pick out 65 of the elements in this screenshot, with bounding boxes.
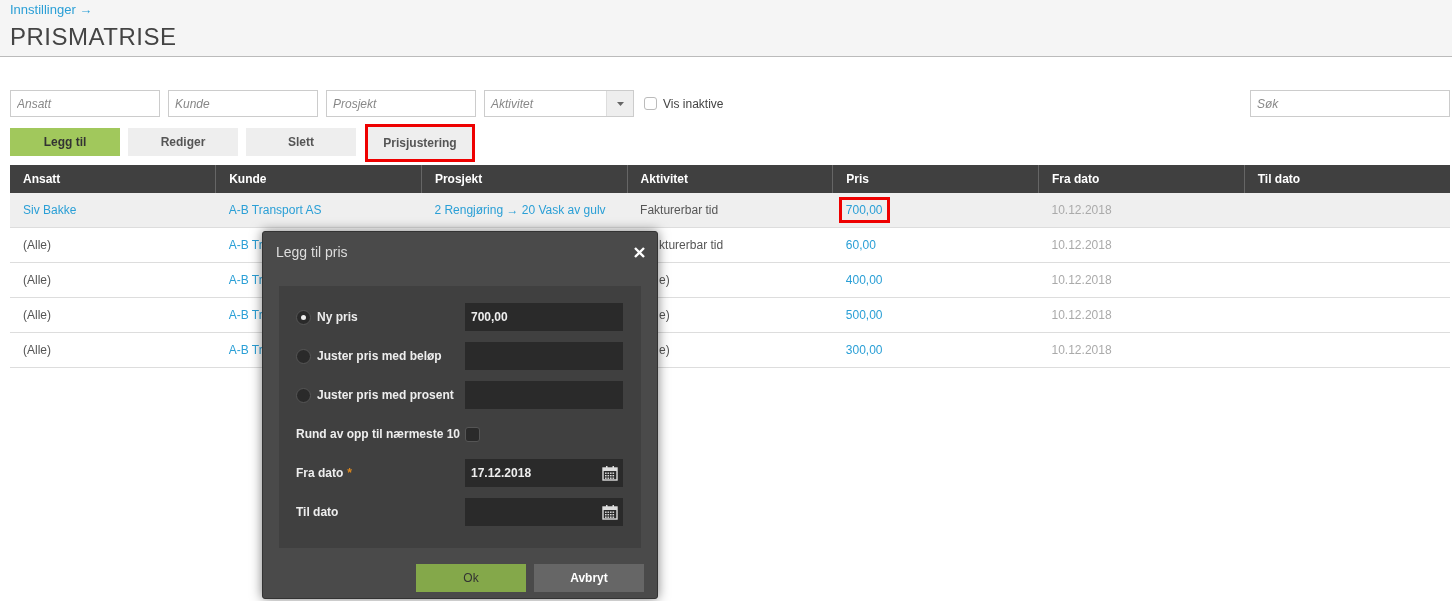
- filter-field[interactable]: Kunde: [168, 90, 318, 117]
- table-cell: 10.12.2018: [1051, 273, 1112, 287]
- checkbox-label: Vis inaktive: [663, 96, 724, 111]
- toolbar-button[interactable]: Prisjustering: [368, 127, 472, 159]
- table-cell[interactable]: 500,00: [845, 308, 883, 322]
- radio-button[interactable]: [296, 348, 311, 364]
- date-field[interactable]: 17.12.2018: [465, 459, 623, 487]
- table-cell: Fakturerbar tid: [640, 203, 719, 217]
- column-header[interactable]: Til dato: [1244, 165, 1450, 193]
- table-cell[interactable]: A-B Tr: [228, 238, 263, 252]
- caret-icon: [616, 101, 624, 106]
- table-cell: e): [659, 308, 670, 322]
- column-header[interactable]: Kunde: [215, 165, 422, 193]
- table-cell: (Alle): [23, 238, 51, 252]
- column-header[interactable]: Pris: [832, 165, 1039, 193]
- table-cell[interactable]: A-B Tr: [228, 343, 263, 357]
- table-cell: 10.12.2018: [1051, 203, 1112, 217]
- checkbox[interactable]: [644, 97, 657, 110]
- table-cell: 10.12.2018: [1051, 238, 1112, 252]
- table-cell[interactable]: 400,00: [845, 273, 883, 287]
- checkbox[interactable]: [465, 426, 480, 442]
- table-cell[interactable]: Siv Bakke: [23, 203, 77, 217]
- column-header[interactable]: Fra dato: [1038, 165, 1245, 193]
- input-field[interactable]: 700,00: [465, 303, 623, 331]
- toolbar-button[interactable]: Slett: [246, 128, 356, 156]
- table-cell: kturerbar tid: [659, 238, 724, 252]
- table-cell[interactable]: 60,00: [845, 238, 876, 252]
- table-cell[interactable]: A-B Tr: [228, 308, 263, 322]
- table-cell: 10.12.2018: [1051, 308, 1112, 322]
- dialog-button[interactable]: Avbryt: [534, 564, 644, 592]
- column-header[interactable]: Ansatt: [10, 165, 216, 193]
- table-cell: e): [659, 273, 670, 287]
- table-cell: (Alle): [23, 343, 51, 357]
- dialog-title: Legg til pris: [276, 244, 348, 260]
- option-label: Juster pris med prosent: [317, 388, 454, 402]
- field-label: Fra dato: [296, 466, 344, 480]
- search-field[interactable]: Søk: [1250, 90, 1450, 117]
- option-label: Ny pris: [317, 310, 358, 324]
- breadcrumb-link[interactable]: Innstillinger →: [10, 2, 93, 17]
- column-header[interactable]: Aktivitet: [627, 165, 833, 193]
- page-title: PRISMATRISE: [10, 23, 177, 51]
- required-mark: *: [347, 466, 352, 480]
- radio-button[interactable]: [296, 387, 311, 403]
- table-cell: 10.12.2018: [1051, 343, 1112, 357]
- table-cell: (Alle): [23, 308, 51, 322]
- dialog-button[interactable]: Ok: [416, 564, 526, 592]
- option-label: Juster pris med beløp: [317, 349, 442, 363]
- close-icon[interactable]: [634, 246, 645, 258]
- field-label: Til dato: [296, 505, 339, 519]
- table-cell[interactable]: A-B Tr: [228, 273, 263, 287]
- toolbar-button[interactable]: Legg til: [10, 128, 120, 156]
- table-cell: e): [659, 343, 670, 357]
- table-cell[interactable]: 300,00: [845, 343, 883, 357]
- table-cell[interactable]: A-B Transport AS: [228, 203, 322, 217]
- filter-field[interactable]: Ansatt: [10, 90, 160, 117]
- toolbar-button[interactable]: Rediger: [128, 128, 238, 156]
- date-field[interactable]: [465, 498, 623, 526]
- radio-button[interactable]: [296, 309, 311, 325]
- activity-dropdown[interactable]: Aktivitet: [484, 90, 634, 117]
- option-label: Rund av opp til nærmeste 10: [296, 427, 461, 441]
- table-cell: (Alle): [23, 273, 51, 287]
- calendar-icon[interactable]: [602, 504, 618, 520]
- calendar-icon[interactable]: [602, 465, 618, 481]
- column-header[interactable]: Prosjekt: [421, 165, 628, 193]
- filter-field[interactable]: Prosjekt: [326, 90, 476, 117]
